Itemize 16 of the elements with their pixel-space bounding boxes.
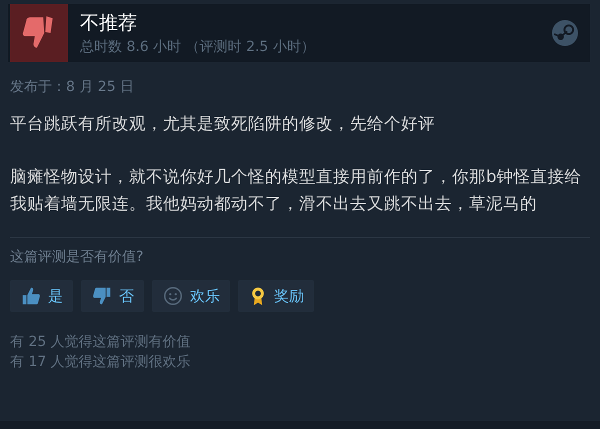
review-paragraph: 平台跳跃有所改观，尤其是致死陷阱的修改，先给个好评 (10, 113, 436, 135)
review-paragraph: 脑瘫怪物设计，就不说你好几个怪的模型直接用前作的了，你那b钟怪直接给我贴着墙无限连。我他妈动都动不了，滑不出去又跳不出去，草泥马的 (10, 166, 582, 215)
vote-button[interactable]: 欢乐 (152, 280, 230, 312)
thumbs-up-icon (20, 285, 42, 307)
steam-icon (552, 20, 578, 46)
vote-button[interactable]: 是 (10, 280, 73, 312)
vote-count-text: 有 17 人觉得这篇评测很欢乐 (10, 353, 192, 372)
vote-button[interactable]: 奖励 (238, 280, 314, 312)
vote-button[interactable]: 否 (81, 280, 144, 312)
verdict-title: 不推荐 (80, 11, 138, 36)
helpful-question: 这篇评测是否有价值? (10, 248, 144, 266)
smiley-icon (162, 285, 184, 307)
vote-count-text: 有 25 人觉得这篇评测有价值 (10, 333, 192, 352)
posted-date: 发布于：8 月 25 日 (10, 78, 136, 96)
thumbs-down-icon (91, 285, 113, 307)
playtime-text: 总时数 8.6 小时 （评测时 2.5 小时） (80, 38, 316, 56)
